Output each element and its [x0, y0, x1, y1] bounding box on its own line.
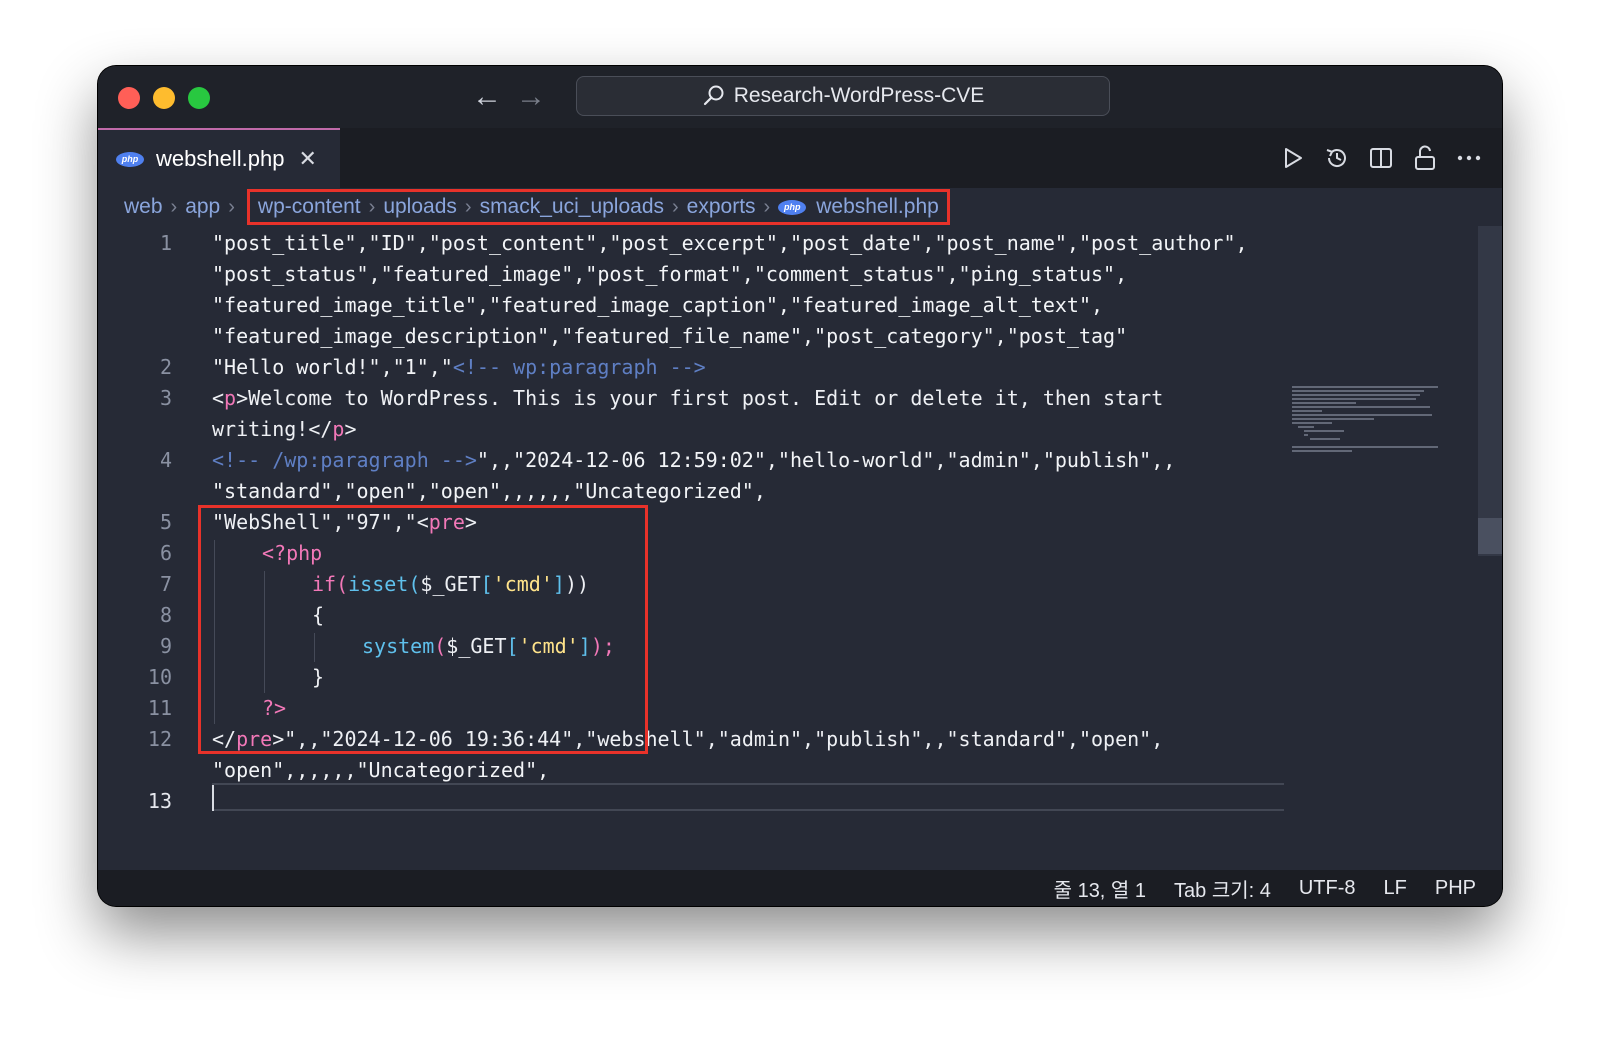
breadcrumb-wp-content[interactable]: wp-content [258, 195, 361, 219]
line-number: 9 [159, 634, 172, 658]
php-file-icon: php [116, 151, 144, 167]
line-number: 7 [159, 572, 172, 596]
line-number: 12 [147, 727, 172, 751]
line-number: 8 [159, 603, 172, 627]
code-token: > [344, 417, 357, 441]
code-line: <!-- /wp:paragraph -->",,"2024-12-06 12:… [212, 445, 1175, 476]
code-token: p [332, 417, 345, 441]
breadcrumb-uploads[interactable]: uploads [383, 195, 457, 219]
line-number: 1 [159, 231, 172, 255]
line-number: 5 [159, 510, 172, 534]
file-encoding[interactable]: UTF-8 [1299, 877, 1356, 900]
breadcrumb-exports[interactable]: exports [687, 195, 756, 219]
breadcrumb-highlight-box: wp-content › uploads › smack_uci_uploads… [246, 189, 950, 225]
line-number-current: 13 [147, 789, 172, 813]
editor-actions [1262, 128, 1482, 188]
breadcrumb-smack-uci-uploads[interactable]: smack_uci_uploads [480, 195, 664, 219]
line-number: 2 [159, 355, 172, 379]
code-line: "standard","open","open",,,,,,"Uncategor… [212, 479, 766, 503]
code-token: writing!</ [212, 417, 333, 441]
chevron-right-icon: › [228, 195, 235, 218]
unlock-icon[interactable] [1412, 145, 1438, 171]
chevron-right-icon: › [672, 195, 679, 218]
command-center-search[interactable]: Research-WordPress-CVE [576, 76, 1110, 116]
code-line: writing!</p> [212, 414, 357, 445]
breadcrumb-app[interactable]: app [185, 195, 220, 219]
search-icon [703, 85, 724, 106]
line-number: 10 [147, 665, 172, 689]
split-editor-icon[interactable] [1368, 145, 1394, 171]
status-bar: 줄 13, 열 1 Tab 크기: 4 UTF-8 LF PHP [98, 870, 1502, 906]
code-token: < [212, 386, 225, 410]
current-line-highlight [212, 783, 1284, 811]
code-token: "Hello world!","1"," [212, 355, 453, 379]
webshell-highlight-box [198, 505, 648, 754]
scrollbar-thumb[interactable] [1478, 518, 1502, 554]
chevron-right-icon: › [170, 195, 178, 218]
close-window-button[interactable] [118, 87, 140, 109]
code-line: "featured_image_title","featured_image_c… [212, 293, 1104, 317]
tab-title: webshell.php [156, 146, 285, 171]
code-line: "Hello world!","1","<!-- wp:paragraph --… [212, 352, 706, 383]
code-token: >Welcome to WordPress. This is your firs… [236, 386, 1164, 410]
breadcrumb-web[interactable]: web [124, 195, 163, 219]
code-line: "post_status","featured_image","post_for… [212, 262, 1128, 286]
minimap[interactable] [1292, 386, 1442, 456]
text-cursor [212, 785, 214, 811]
end-of-line[interactable]: LF [1384, 877, 1407, 900]
line-number: 4 [159, 448, 172, 472]
breadcrumb-webshell-php[interactable]: webshell.php [816, 195, 939, 219]
code-token: p [224, 386, 237, 410]
history-icon[interactable] [1324, 145, 1350, 171]
tab-webshell-php[interactable]: php webshell.php ✕ [98, 128, 340, 188]
chevron-right-icon: › [763, 195, 771, 218]
minimize-window-button[interactable] [153, 87, 175, 109]
chevron-right-icon: › [368, 195, 376, 218]
tab-size[interactable]: Tab 크기: 4 [1174, 874, 1271, 903]
vertical-scrollbar[interactable] [1478, 226, 1502, 556]
code-token: <!-- wp:paragraph --> [452, 355, 706, 379]
more-actions-icon[interactable] [1456, 145, 1482, 171]
maximize-window-button[interactable] [188, 87, 210, 109]
tab-bar: php webshell.php ✕ [98, 128, 1502, 188]
code-line: "featured_image_description","featured_f… [212, 324, 1128, 348]
line-number: 3 [159, 386, 172, 410]
code-line: <p>Welcome to WordPress. This is your fi… [212, 383, 1163, 414]
title-bar: ← → Research-WordPress-CVE [98, 66, 1502, 128]
language-mode[interactable]: PHP [1435, 877, 1476, 900]
chevron-right-icon: › [464, 195, 472, 218]
search-title: Research-WordPress-CVE [733, 84, 985, 107]
php-file-icon: php [778, 199, 807, 215]
back-arrow-icon[interactable]: ← [472, 80, 502, 114]
code-line: "open",,,,,,"Uncategorized", [212, 758, 550, 782]
cursor-position[interactable]: 줄 13, 열 1 [1054, 874, 1146, 903]
editor-window: ← → Research-WordPress-CVE php webshell.… [98, 66, 1502, 906]
code-token: ",,"2024-12-06 12:59:02","hello-world","… [476, 448, 1176, 472]
code-line: "post_title","ID","post_content","post_e… [212, 231, 1248, 255]
breadcrumb: web › app › wp-content › uploads › smack… [98, 188, 1502, 226]
code-token: <!-- /wp:paragraph --> [212, 448, 477, 472]
forward-arrow-icon[interactable]: → [516, 80, 546, 114]
close-tab-icon[interactable]: ✕ [298, 146, 316, 172]
line-number: 11 [147, 696, 172, 720]
run-icon[interactable] [1280, 145, 1306, 171]
code-editor[interactable]: 1 2 3 4 5 6 7 8 9 10 11 12 13 "post_titl… [98, 226, 1502, 850]
line-number: 6 [159, 541, 172, 565]
